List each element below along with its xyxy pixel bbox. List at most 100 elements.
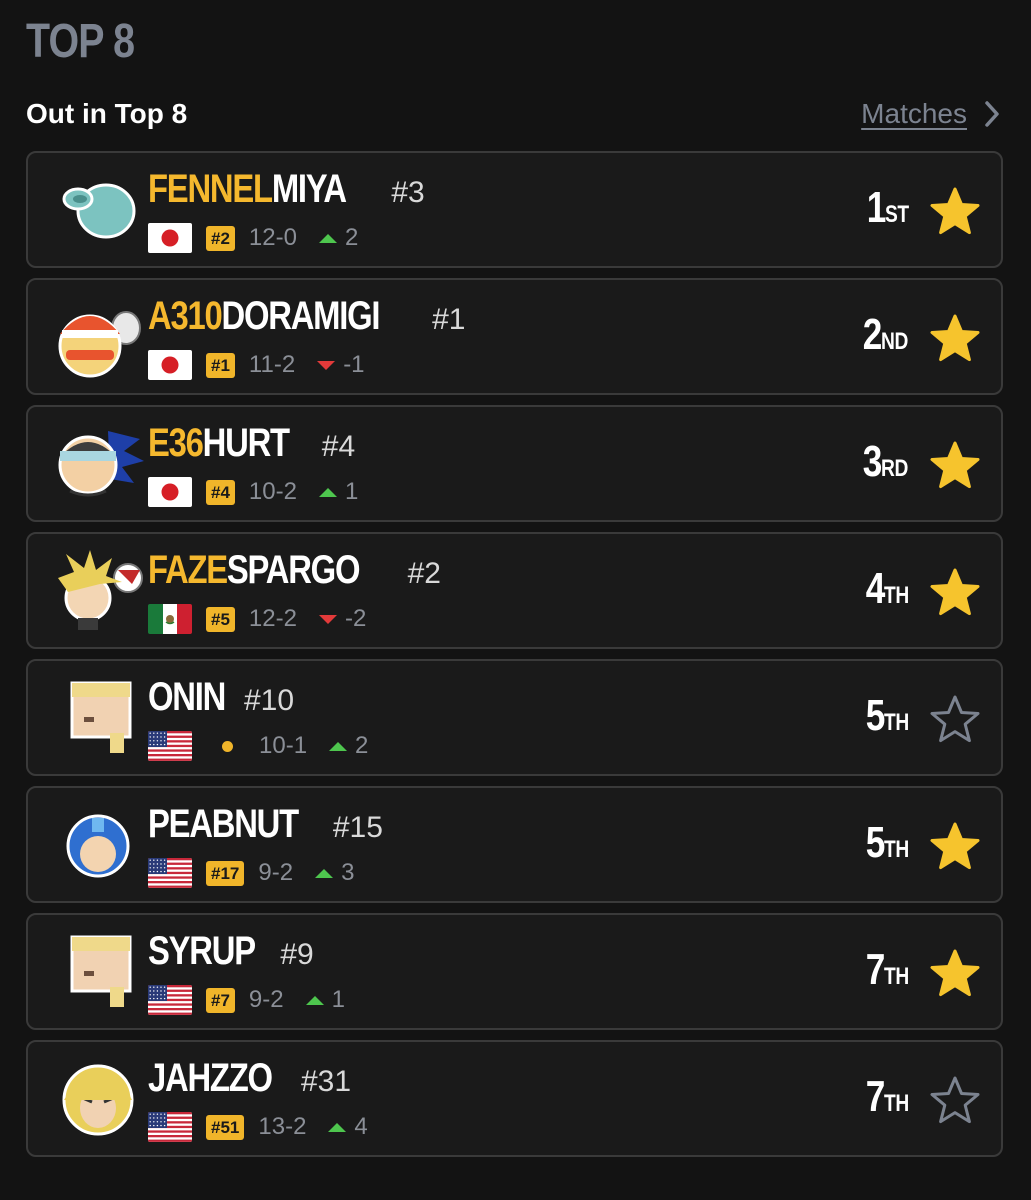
- player-card[interactable]: PEABNUT #15 #17 9-2 3 5 TH: [26, 786, 1003, 903]
- placement-number: 7: [865, 1072, 885, 1121]
- trend-up-icon: [318, 487, 337, 497]
- trend-up-icon: [318, 233, 337, 243]
- star-filled-icon[interactable]: [929, 567, 981, 617]
- player-tag: MIYA: [271, 167, 347, 211]
- rank-delta-value: -2: [344, 605, 367, 632]
- trend-up-icon: [305, 995, 324, 1005]
- star-filled-icon[interactable]: [929, 440, 981, 490]
- seed-number: #10: [244, 684, 295, 717]
- player-card[interactable]: FENNELMIYA #3 #2 12-0 2 1 ST: [26, 151, 1003, 268]
- star-filled-icon[interactable]: [929, 186, 981, 236]
- player-name: FAZESPARGO: [148, 548, 361, 593]
- player-tag: HURT: [202, 421, 290, 465]
- star-filled-icon[interactable]: [929, 313, 981, 363]
- player-tag: DORAMIGI: [221, 294, 380, 338]
- player-name: E36HURT: [148, 421, 290, 466]
- placement: 4 TH: [861, 564, 915, 614]
- player-meta: #1 11-2 -1: [148, 350, 365, 380]
- player-meta: #17 9-2 3: [148, 858, 354, 888]
- rank-delta: 1: [305, 986, 345, 1014]
- rank-delta: -1: [317, 351, 365, 379]
- placement: 7 TH: [861, 1072, 915, 1122]
- player-tag: SYRUP: [148, 929, 256, 973]
- win-loss-record: 10-1: [259, 732, 308, 759]
- rank-badge: #17: [206, 860, 245, 886]
- rank-delta-value: -1: [343, 351, 365, 378]
- snake-sonic-character-icon: [48, 421, 148, 505]
- player-name-line: FAZESPARGO #2: [148, 548, 441, 593]
- matches-link-label: Matches: [861, 98, 967, 129]
- trend-up-icon: [328, 1122, 347, 1132]
- trend-up-icon: [315, 868, 334, 878]
- player-card[interactable]: FAZESPARGO #2 #5 12-2 -2 4 TH: [26, 532, 1003, 649]
- win-loss-record: 9-2: [248, 986, 284, 1013]
- win-loss-record: 11-2: [248, 351, 296, 378]
- player-name-line: FENNELMIYA #3: [148, 167, 425, 212]
- player-name: A310DORAMIGI: [148, 294, 381, 339]
- subheader: Out in Top 8 Matches: [26, 94, 1005, 134]
- usa-flag-icon: [148, 1112, 192, 1142]
- player-meta: #51 13-2 4: [148, 1112, 368, 1142]
- rank-badge: #2: [206, 225, 235, 251]
- player-name: PEABNUT: [148, 802, 299, 847]
- placement-suffix: ST: [885, 201, 910, 228]
- win-loss-record: 9-2: [258, 859, 294, 886]
- placement-number: 5: [865, 818, 885, 867]
- win-loss-record: 12-2: [248, 605, 297, 632]
- player-card[interactable]: JAHZZO #31 #51 13-2 4 7 TH: [26, 1040, 1003, 1157]
- rank-delta-value: 4: [354, 1113, 368, 1140]
- placement-number: 1: [866, 183, 887, 232]
- min-min-character-icon: [48, 294, 148, 378]
- player-card[interactable]: ONIN #10 10-1 2 5 TH: [26, 659, 1003, 776]
- player-meta: #2 12-0 2: [148, 223, 358, 253]
- player-name-line: A310DORAMIGI #1: [148, 294, 465, 339]
- trend-down-icon: [317, 360, 336, 370]
- placement-number: 5: [865, 691, 885, 740]
- win-loss-record: 13-2: [258, 1113, 307, 1140]
- usa-flag-icon: [148, 858, 192, 888]
- player-meta: #4 10-2 1: [148, 477, 358, 507]
- star-outline-icon[interactable]: [929, 1075, 981, 1125]
- mexico-flag-icon: [148, 604, 192, 634]
- placement-suffix: TH: [884, 963, 909, 990]
- steve-character-icon: [48, 675, 148, 759]
- player-name: ONIN: [148, 675, 226, 720]
- rank-delta: 2: [318, 224, 359, 252]
- usa-flag-icon: [148, 731, 192, 761]
- placement-suffix: TH: [884, 709, 909, 736]
- player-card[interactable]: SYRUP #9 #7 9-2 1 7 TH: [26, 913, 1003, 1030]
- steve-character-icon: [48, 929, 148, 1013]
- win-loss-record: 10-2: [248, 478, 297, 505]
- player-name-line: ONIN #10: [148, 675, 294, 720]
- ken-character-icon: [48, 1056, 148, 1140]
- star-filled-icon[interactable]: [929, 821, 981, 871]
- placement: 2 ND: [858, 310, 915, 360]
- player-card[interactable]: A310DORAMIGI #1 #1 11-2 -1 2 ND: [26, 278, 1003, 395]
- star-outline-icon[interactable]: [929, 694, 981, 744]
- sponsor-prefix: A310: [148, 294, 223, 338]
- rank-delta-value: 2: [344, 224, 359, 251]
- japan-flag-icon: [148, 223, 192, 253]
- rank-delta-value: 1: [344, 478, 359, 505]
- matches-link[interactable]: Matches: [861, 98, 1001, 130]
- player-name-line: PEABNUT #15: [148, 802, 383, 847]
- player-name-line: SYRUP #9: [148, 929, 314, 974]
- seed-number: #2: [407, 557, 441, 590]
- placement-number: 4: [865, 564, 885, 613]
- rank-badge: #7: [206, 987, 235, 1013]
- star-filled-icon[interactable]: [929, 948, 981, 998]
- japan-flag-icon: [148, 350, 192, 380]
- player-name: JAHZZO: [148, 1056, 273, 1101]
- unranked-dot-icon: [222, 740, 233, 752]
- trend-up-icon: [329, 741, 348, 751]
- blob-character-icon: [48, 167, 148, 251]
- rank-badge: #5: [206, 606, 235, 632]
- placement: 7 TH: [861, 945, 915, 995]
- placement-suffix: TH: [884, 836, 909, 863]
- player-name-line: JAHZZO #31: [148, 1056, 351, 1101]
- player-tag: SPARGO: [226, 548, 361, 592]
- seed-number: #31: [301, 1065, 352, 1098]
- player-card[interactable]: E36HURT #4 #4 10-2 1 3 RD: [26, 405, 1003, 522]
- placement-suffix: TH: [884, 1090, 909, 1117]
- win-loss-record: 12-0: [248, 224, 297, 251]
